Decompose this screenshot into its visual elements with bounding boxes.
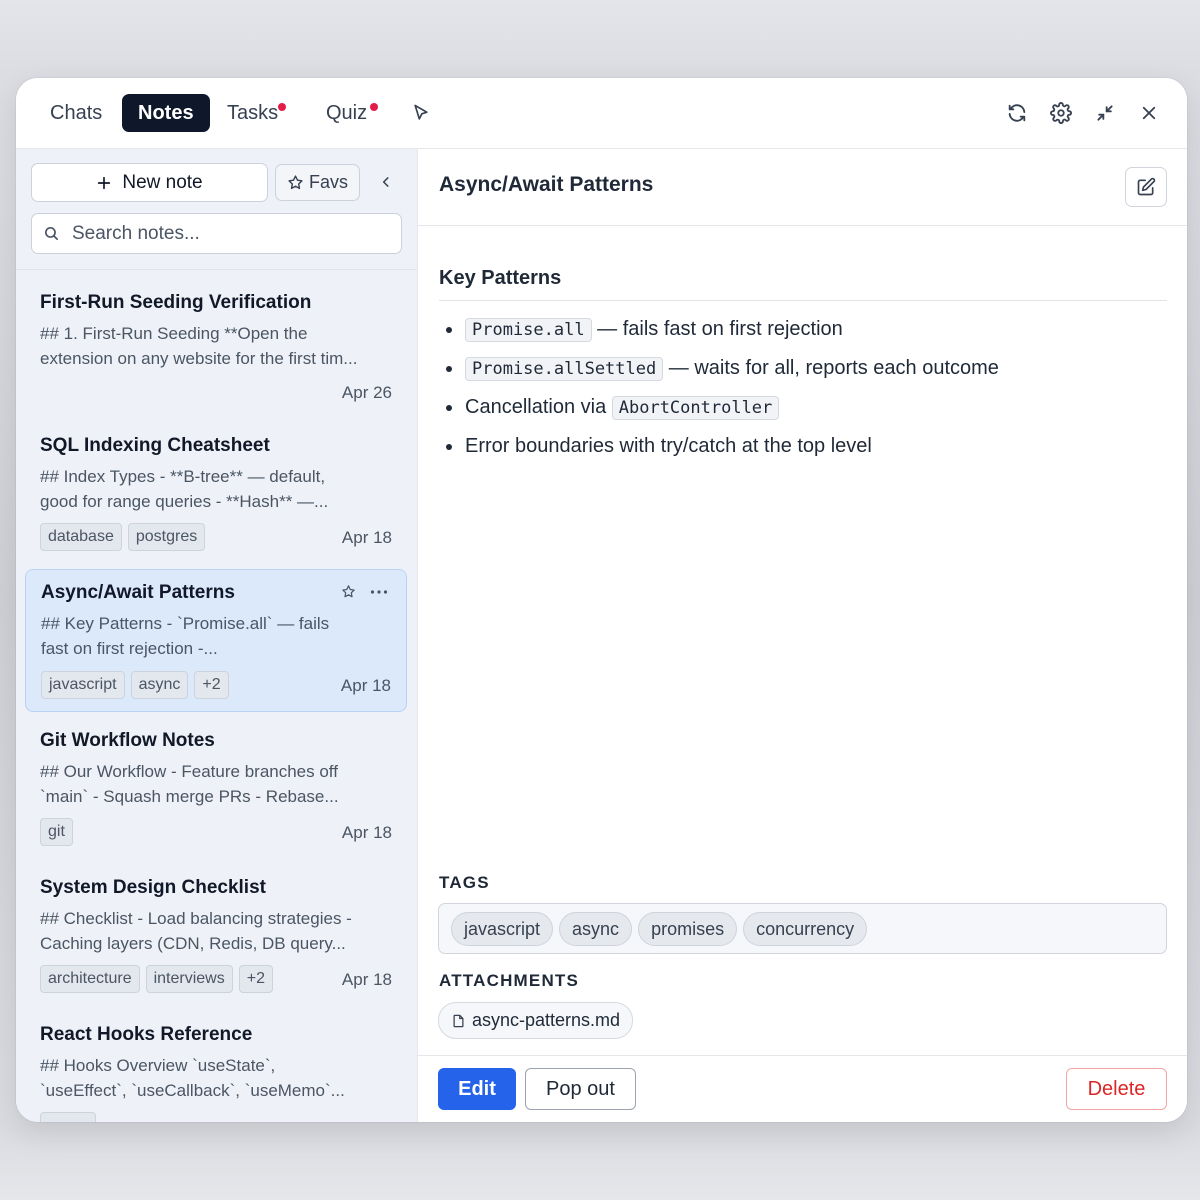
file-icon [453,1014,464,1027]
note-date: Apr 18 [341,970,392,989]
note-snippet: ## Our Workflow - Feature branches off `… [40,762,339,806]
gear-icon[interactable] [1048,100,1074,126]
note-snippet: ## Checklist - Load balancing strategies… [40,909,352,953]
quiz-badge [370,103,379,111]
tag-chip: database [40,523,122,551]
attachments-label: ATTACHMENTS [439,971,580,990]
note-tags [40,1112,96,1122]
tag-chip-more: +2 [194,671,229,699]
chevron-left-icon [382,177,389,187]
tasks-badge [278,103,287,111]
tag-pill: promises [638,911,738,946]
tag-chip-more: +2 [238,965,273,993]
bullet-item: Promise.allSettled — waits for all, repo… [439,353,999,392]
minimize-icon[interactable] [1092,100,1118,126]
note-date: Apr 18 [341,528,392,547]
close-icon[interactable] [1136,100,1162,126]
collapse-sidebar-button[interactable] [374,169,398,195]
bullet-item: Cancellation via AbortController [439,392,999,431]
favs-button[interactable]: Favs [275,164,360,201]
tags-field[interactable]: javascript async promises concurrency [438,903,1167,954]
note-item[interactable]: Git Workflow Notes ## Our Workflow - Fea… [25,718,407,858]
note-item[interactable]: React Hooks Reference ## Hooks Overview … [25,1012,407,1122]
note-tags: database postgres [40,523,206,551]
note-header: Async/Await Patterns [418,149,1187,226]
delete-button[interactable]: Delete [1066,1068,1167,1110]
tag-chip: git [40,818,73,846]
note-item[interactable]: First-Run Seeding Verification ## 1. Fir… [25,280,407,415]
search-input[interactable] [72,218,392,249]
top-bar: Chats Notes Tasks Quiz [16,78,1187,149]
note-heading: Key Patterns [439,267,1167,301]
inline-code: AbortController [611,396,780,420]
edit-button[interactable]: Edit [438,1068,516,1110]
tag-chip: interviews [145,965,233,993]
note-snippet: ## Hooks Overview `useState`, `useEffect… [40,1056,345,1100]
inline-code: Promise.all [465,318,592,342]
new-note-button[interactable]: New note [31,163,268,202]
edit-note-button[interactable] [1125,167,1167,207]
edit-icon [1137,177,1156,196]
note-detail: Async/Await Patterns Key Patterns Promis… [418,149,1187,1122]
star-icon[interactable] [341,584,356,599]
pop-out-button[interactable]: Pop out [525,1068,636,1110]
note-item-selected[interactable]: Async/Await Patterns ## Key Patterns - `… [25,569,407,712]
search-box [31,213,402,254]
note-footer: Edit Pop out Delete [418,1055,1187,1122]
note-snippet: ## 1. First-Run Seeding **Open the exten… [40,324,358,368]
tag-pill: async [559,911,633,946]
plus-icon [98,176,111,189]
tag-pill: javascript [451,911,554,946]
tab-tasks[interactable]: Tasks [211,94,294,132]
refresh-icon[interactable] [1004,100,1030,126]
inline-code: Promise.allSettled [465,357,664,381]
note-tags: javascript async +2 [41,671,229,699]
note-tags: architecture interviews +2 [40,965,273,993]
tab-notes[interactable]: Notes [122,94,210,132]
note-item[interactable]: System Design Checklist ## Checklist - L… [25,865,407,1005]
note-date: Apr 26 [341,383,392,402]
notes-window: Chats Notes Tasks Quiz New note Favs Sea… [16,78,1187,1122]
tag-chip: architecture [40,965,140,993]
note-title: Async/Await Patterns [439,173,654,196]
attachment-chip[interactable]: async-patterns.md [438,1002,634,1039]
tab-quiz[interactable]: Quiz [310,94,383,132]
note-snippet: ## Key Patterns - `Promise.all` — fails … [41,614,330,658]
sidebar-toolbar: New note Favs [16,149,417,270]
more-icon[interactable] [370,589,388,595]
tag-chip: postgres [127,523,206,551]
search-icon [44,226,59,241]
tab-chats[interactable]: Chats [34,94,118,132]
note-date: Apr 18 [341,823,392,842]
note-tags: git [40,818,73,846]
tag-chip: javascript [41,671,125,699]
note-item[interactable]: SQL Indexing Cheatsheet ## Index Types -… [25,423,407,563]
notes-sidebar: New note Favs First-Run Seeding Verifica… [16,149,418,1122]
cursor-icon[interactable] [408,100,434,126]
tag-chip [40,1112,96,1122]
star-icon [288,175,303,190]
bullet-item: Error boundaries with try/catch at the t… [439,431,999,470]
note-snippet: ## Index Types - **B-tree** — default, g… [40,467,329,511]
note-actions [341,584,388,599]
tags-label: TAGS [439,873,490,892]
bullet-item: Promise.all — fails fast on first reject… [439,314,999,353]
tag-chip: async [130,671,189,699]
note-date: Apr 18 [340,676,391,695]
bullet-list: Promise.all — fails fast on first reject… [439,314,999,470]
tag-pill: concurrency [743,911,868,946]
